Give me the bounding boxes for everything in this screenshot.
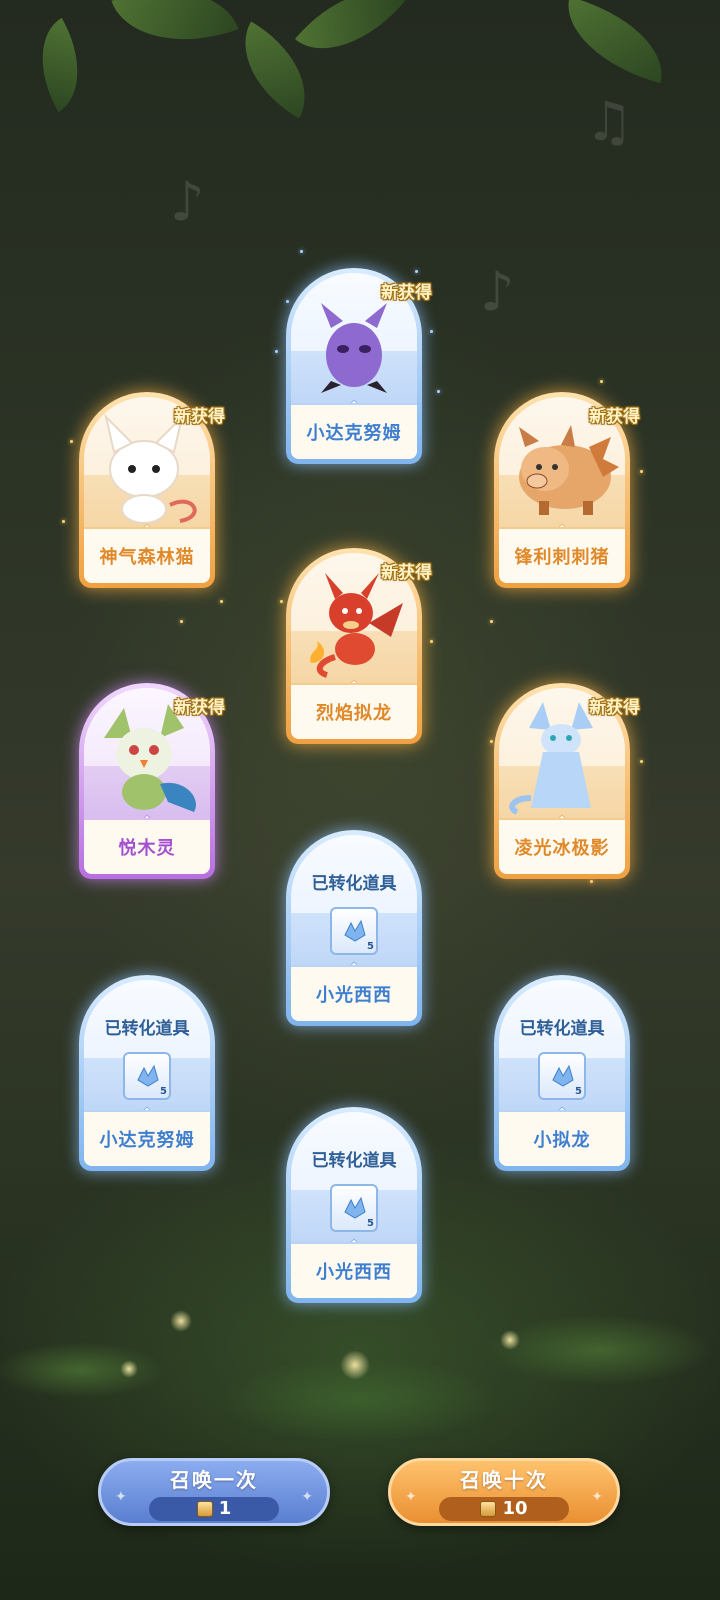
new-tag: 新获得	[589, 407, 640, 427]
pet-name: 烈焰拟龙	[291, 683, 417, 739]
summon-ten-cost-value: 10	[502, 1498, 528, 1519]
result-card-3[interactable]: 锋利刺刺猪 新获得	[494, 392, 640, 588]
converted-label: 已转化道具	[311, 874, 397, 894]
firefly-glow	[340, 1350, 370, 1380]
result-card-7[interactable]: 已转化道具 5 小光西西	[286, 830, 422, 1026]
converted-item[interactable]: 5	[330, 907, 378, 955]
firefly-glow	[500, 1330, 520, 1350]
result-card-10[interactable]: 已转化道具 5 小光西西	[286, 1107, 422, 1303]
result-card-9[interactable]: 已转化道具 5 小拟龙	[494, 975, 630, 1171]
result-card-2[interactable]: 神气森林猫 新获得	[79, 392, 225, 588]
ticket-icon	[196, 1500, 213, 1517]
converted-label: 已转化道具	[311, 1151, 397, 1171]
pet-name: 小拟龙	[499, 1110, 625, 1166]
new-tag: 新获得	[174, 698, 225, 718]
crystal-item-icon	[344, 919, 366, 942]
summon-once-button[interactable]: ✦ ✦ 召唤一次 1	[98, 1458, 330, 1526]
crystal-item-icon	[137, 1064, 159, 1087]
leaf-decoration	[294, 0, 406, 78]
new-tag: 新获得	[174, 407, 225, 427]
leaf-decoration	[111, 0, 239, 67]
result-card-1[interactable]: 小达克努姆 新获得	[286, 268, 432, 464]
summon-once-label: 召唤一次	[170, 1467, 258, 1492]
summon-ten-label: 召唤十次	[460, 1467, 548, 1492]
new-tag: 新获得	[381, 283, 432, 303]
summon-results-screen: ♪ ♫ ♪ 小达克努姆 新获得 神气森林猫 新获得 锋利刺刺猪 新获得 烈焰拟龙…	[0, 0, 720, 1600]
crystal-item-icon	[552, 1064, 574, 1087]
sparkle-icon: ✦	[591, 1489, 603, 1505]
pet-name: 悦木灵	[84, 818, 210, 874]
new-tag: 新获得	[381, 563, 432, 583]
ticket-icon	[480, 1500, 497, 1517]
item-quantity: 5	[367, 941, 374, 952]
crystal-item-icon	[344, 1196, 366, 1219]
pet-name: 凌光冰极影	[499, 818, 625, 874]
converted-label: 已转化道具	[104, 1019, 190, 1039]
leaf-decoration	[18, 17, 102, 113]
pet-name: 小达克努姆	[84, 1110, 210, 1166]
summon-once-cost-value: 1	[218, 1498, 232, 1519]
result-card-6[interactable]: 凌光冰极影 新获得	[494, 683, 640, 879]
item-quantity: 5	[367, 1218, 374, 1229]
sparkle-icon: ✦	[115, 1489, 127, 1505]
converted-item[interactable]: 5	[330, 1184, 378, 1232]
summon-ten-button[interactable]: ✦ ✦ 召唤十次 10	[388, 1458, 620, 1526]
sparkle-icon: ✦	[405, 1489, 417, 1505]
result-card-5[interactable]: 悦木灵 新获得	[79, 683, 225, 879]
music-note-decoration: ♫	[585, 90, 634, 153]
sparkle-icon: ✦	[301, 1489, 313, 1505]
pet-name: 神气森林猫	[84, 527, 210, 583]
pet-name: 小光西西	[291, 1242, 417, 1298]
firefly-glow	[170, 1310, 192, 1332]
pet-name: 小光西西	[291, 965, 417, 1021]
summon-once-cost: 1	[149, 1496, 279, 1521]
converted-label: 已转化道具	[519, 1019, 605, 1039]
new-tag: 新获得	[589, 698, 640, 718]
pet-name: 锋利刺刺猪	[499, 527, 625, 583]
result-card-4[interactable]: 烈焰拟龙 新获得	[286, 548, 432, 744]
leaf-decoration	[554, 0, 676, 84]
item-quantity: 5	[160, 1086, 167, 1097]
item-quantity: 5	[575, 1086, 582, 1097]
summon-ten-cost: 10	[439, 1496, 569, 1521]
music-note-decoration: ♪	[170, 170, 205, 233]
result-card-8[interactable]: 已转化道具 5 小达克努姆	[79, 975, 215, 1171]
converted-item[interactable]: 5	[123, 1052, 171, 1100]
converted-item[interactable]: 5	[538, 1052, 586, 1100]
music-note-decoration: ♪	[480, 260, 515, 323]
pet-name: 小达克努姆	[291, 403, 417, 459]
firefly-glow	[120, 1360, 138, 1378]
